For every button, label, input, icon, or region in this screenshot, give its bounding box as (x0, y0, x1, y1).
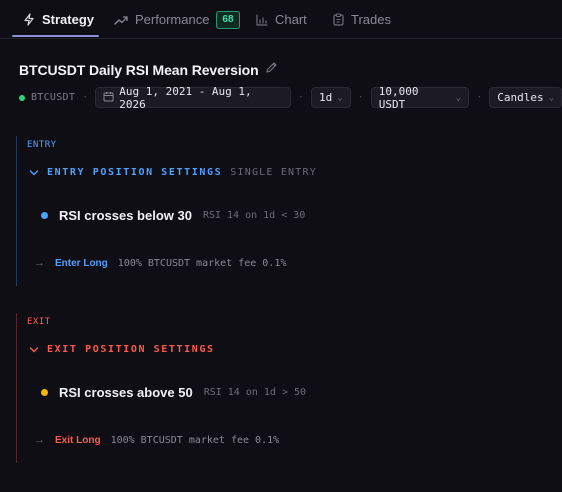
chevron-down-icon (29, 169, 39, 175)
performance-score-badge: 68 (216, 10, 240, 29)
exit-rail (16, 313, 17, 463)
exit-action[interactable]: → Exit Long 100% BTCUSDT market fee 0.1% (34, 434, 279, 446)
tab-chart-label: Chart (275, 12, 307, 27)
chevron-down-icon: ⌄ (337, 92, 343, 103)
tab-trades[interactable]: Trades (333, 0, 391, 39)
symbol-label: BTCUSDT (30, 92, 76, 103)
pencil-icon[interactable] (265, 61, 278, 79)
timeframe-select[interactable]: 1d ⌄ (311, 87, 351, 108)
exit-heading: EXIT POSITION SETTINGS (47, 344, 215, 355)
exit-condition-meta: RSI 14 on 1d > 50 (203, 387, 307, 398)
entry-subheading: SINGLE ENTRY (230, 167, 317, 178)
exit-condition[interactable]: RSI crosses above 50 RSI 14 on 1d > 50 (41, 385, 306, 400)
status-dot (19, 94, 25, 101)
tab-trades-label: Trades (351, 12, 391, 27)
entry-action-meta: 100% BTCUSDT market fee 0.1% (117, 257, 287, 269)
exit-label: EXIT (27, 317, 51, 327)
entry-section: ENTRY ENTRY POSITION SETTINGS SINGLE ENT… (16, 136, 546, 286)
arrow-right-icon: → (34, 257, 45, 269)
exit-section: EXIT EXIT POSITION SETTINGS RSI crosses … (16, 313, 546, 463)
exit-condition-dot (41, 389, 48, 396)
strategy-controls: BTCUSDT · Aug 1, 2021 - Aug 1, 2026 · 1d… (19, 84, 562, 111)
chevron-down-icon: ⌄ (455, 92, 462, 103)
entry-rail (16, 136, 17, 286)
entry-action-name: Enter Long (55, 257, 108, 269)
arrow-right-icon: → (34, 434, 45, 446)
separator: · (298, 92, 305, 103)
date-range-value: Aug 1, 2021 - Aug 1, 2026 (119, 84, 252, 111)
entry-heading: ENTRY POSITION SETTINGS (47, 167, 223, 178)
tab-chart[interactable]: Chart (256, 0, 307, 39)
entry-condition-dot (41, 212, 48, 219)
tab-bar: Strategy Performance 68 Chart Trades (0, 0, 562, 39)
capital-value: 10,000 USDT (378, 84, 419, 111)
entry-condition[interactable]: RSI crosses below 30 RSI 14 on 1d < 30 (41, 208, 305, 223)
date-range-picker[interactable]: Aug 1, 2021 - Aug 1, 2026 (95, 84, 291, 111)
strategy-title: BTCUSDT Daily RSI Mean Reversion (19, 62, 259, 78)
view-mode-select[interactable]: Candles ⌄ (489, 87, 562, 108)
separator: · (476, 92, 483, 103)
entry-action[interactable]: → Enter Long 100% BTCUSDT market fee 0.1… (34, 257, 286, 269)
trend-icon (114, 15, 128, 25)
tab-performance-label: Performance (135, 12, 210, 27)
tab-strategy[interactable]: Strategy (23, 0, 94, 39)
active-tab-indicator (12, 35, 99, 37)
entry-label: ENTRY (27, 140, 57, 150)
timeframe-value: 1d (319, 91, 333, 104)
separator: · (357, 92, 364, 103)
strategy-title-row: BTCUSDT Daily RSI Mean Reversion (19, 61, 278, 79)
exit-condition-text: RSI crosses above 50 (59, 385, 193, 400)
calendar-icon (103, 91, 114, 105)
exit-position-settings-toggle[interactable]: EXIT POSITION SETTINGS (29, 344, 215, 355)
entry-condition-text: RSI crosses below 30 (59, 208, 192, 223)
bolt-icon (23, 13, 35, 26)
tab-strategy-label: Strategy (42, 12, 95, 27)
chevron-down-icon (29, 346, 39, 352)
clipboard-icon (333, 13, 344, 26)
bar-chart-icon (256, 13, 268, 26)
exit-action-name: Exit Long (55, 434, 101, 446)
view-mode-value: Candles (497, 91, 544, 104)
capital-select[interactable]: 10,000 USDT ⌄ (370, 84, 470, 111)
exit-action-meta: 100% BTCUSDT market fee 0.1% (110, 434, 280, 446)
separator: · (82, 92, 89, 103)
chevron-down-icon: ⌄ (548, 92, 554, 103)
tab-performance[interactable]: Performance 68 (114, 0, 240, 39)
entry-position-settings-toggle[interactable]: ENTRY POSITION SETTINGS SINGLE ENTRY (29, 167, 317, 178)
entry-condition-meta: RSI 14 on 1d < 30 (202, 210, 306, 221)
